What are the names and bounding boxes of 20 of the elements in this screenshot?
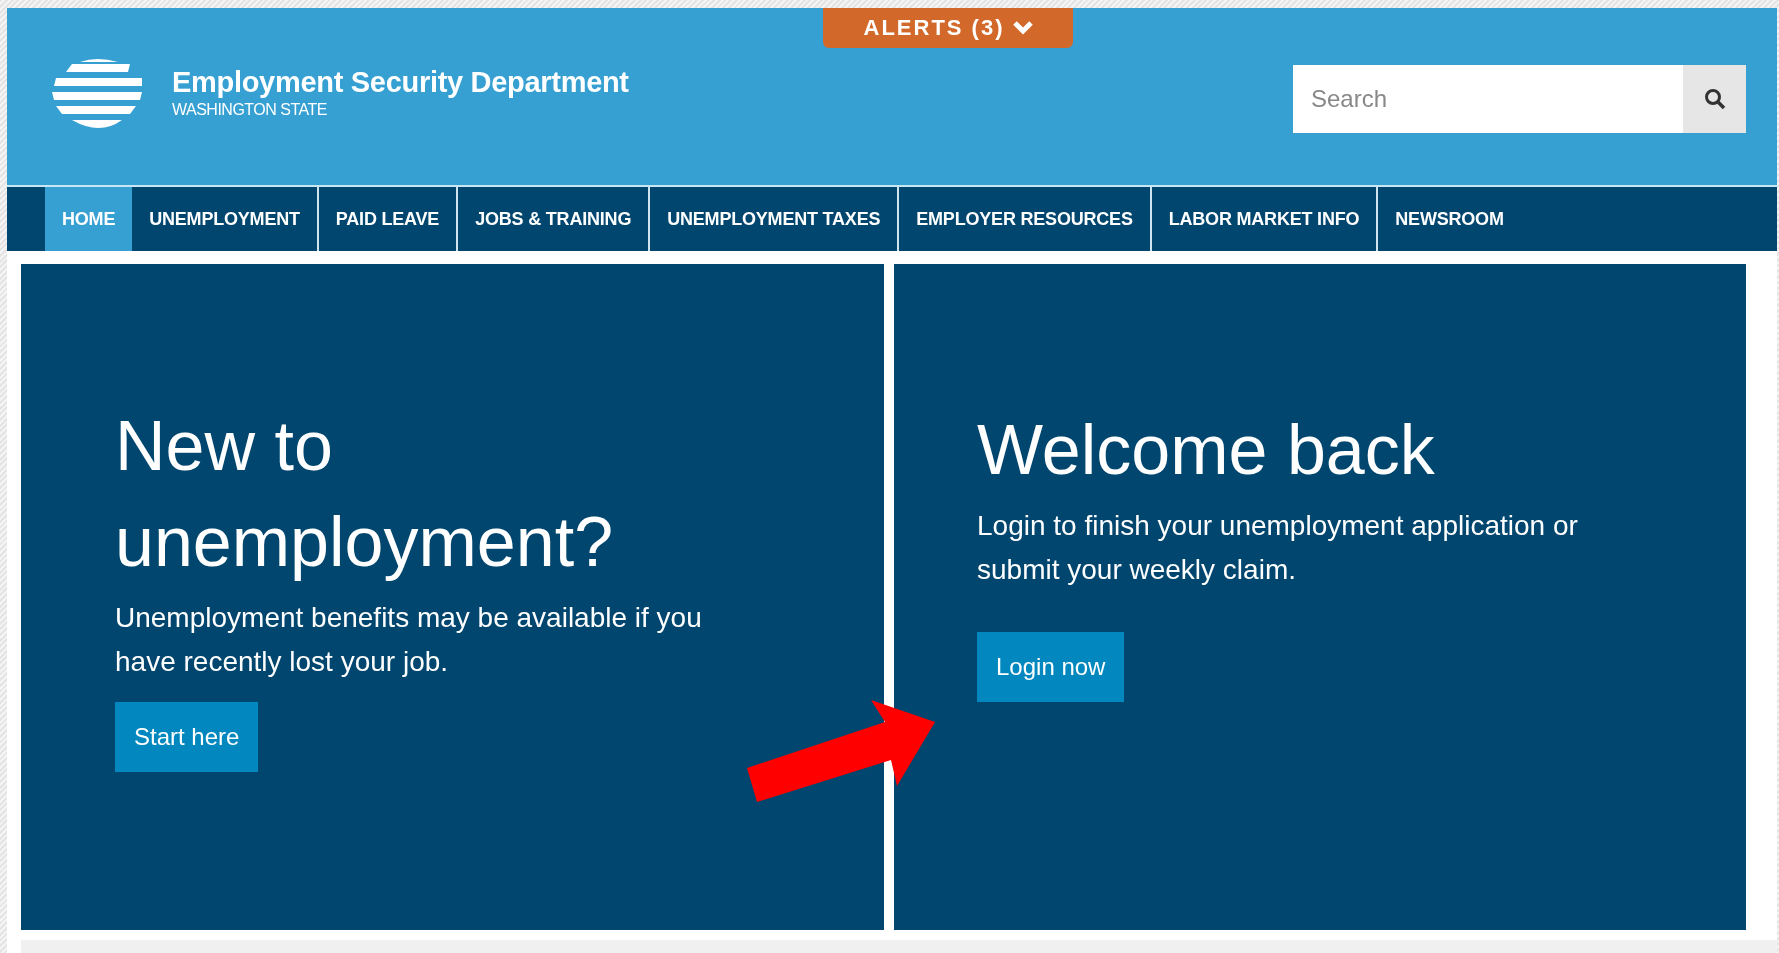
site-subtitle: WASHINGTON STATE (172, 101, 328, 119)
nav-tab[interactable]: PAID LEAVE (318, 187, 459, 251)
nav-tab[interactable]: EMPLOYER RESOURCES (899, 187, 1152, 251)
cta-button[interactable]: Login now (977, 632, 1125, 702)
search-icon (1703, 88, 1726, 110)
panel-heading: New to unemployment? (115, 406, 615, 583)
search-field[interactable]: Search (1293, 65, 1683, 133)
nav-tab[interactable]: UNEMPLOYMENT (132, 187, 319, 251)
alerts-button[interactable]: ALERTS (3) (823, 8, 1073, 48)
site-title: Employment Security Department (172, 66, 629, 99)
panel-text: Unemployment benefits may be available if you have recently lost your job. (115, 601, 703, 679)
chevron-down-icon (1012, 21, 1033, 35)
panel-text: Login to finish your unemployment application or submit your weekly claim. (977, 509, 1579, 587)
panel-heading: Welcome back (977, 410, 1436, 491)
nav-tab[interactable]: NEWSROOM (1378, 187, 1521, 251)
search-button[interactable] (1683, 65, 1746, 133)
nav-tab[interactable]: UNEMPLOYMENT TAXES (650, 187, 900, 251)
nav-tab[interactable]: LABOR MARKET INFO (1151, 187, 1379, 251)
nav-tab[interactable]: JOBS & TRAINING (458, 187, 651, 251)
cta-button[interactable]: Start here (115, 702, 259, 772)
